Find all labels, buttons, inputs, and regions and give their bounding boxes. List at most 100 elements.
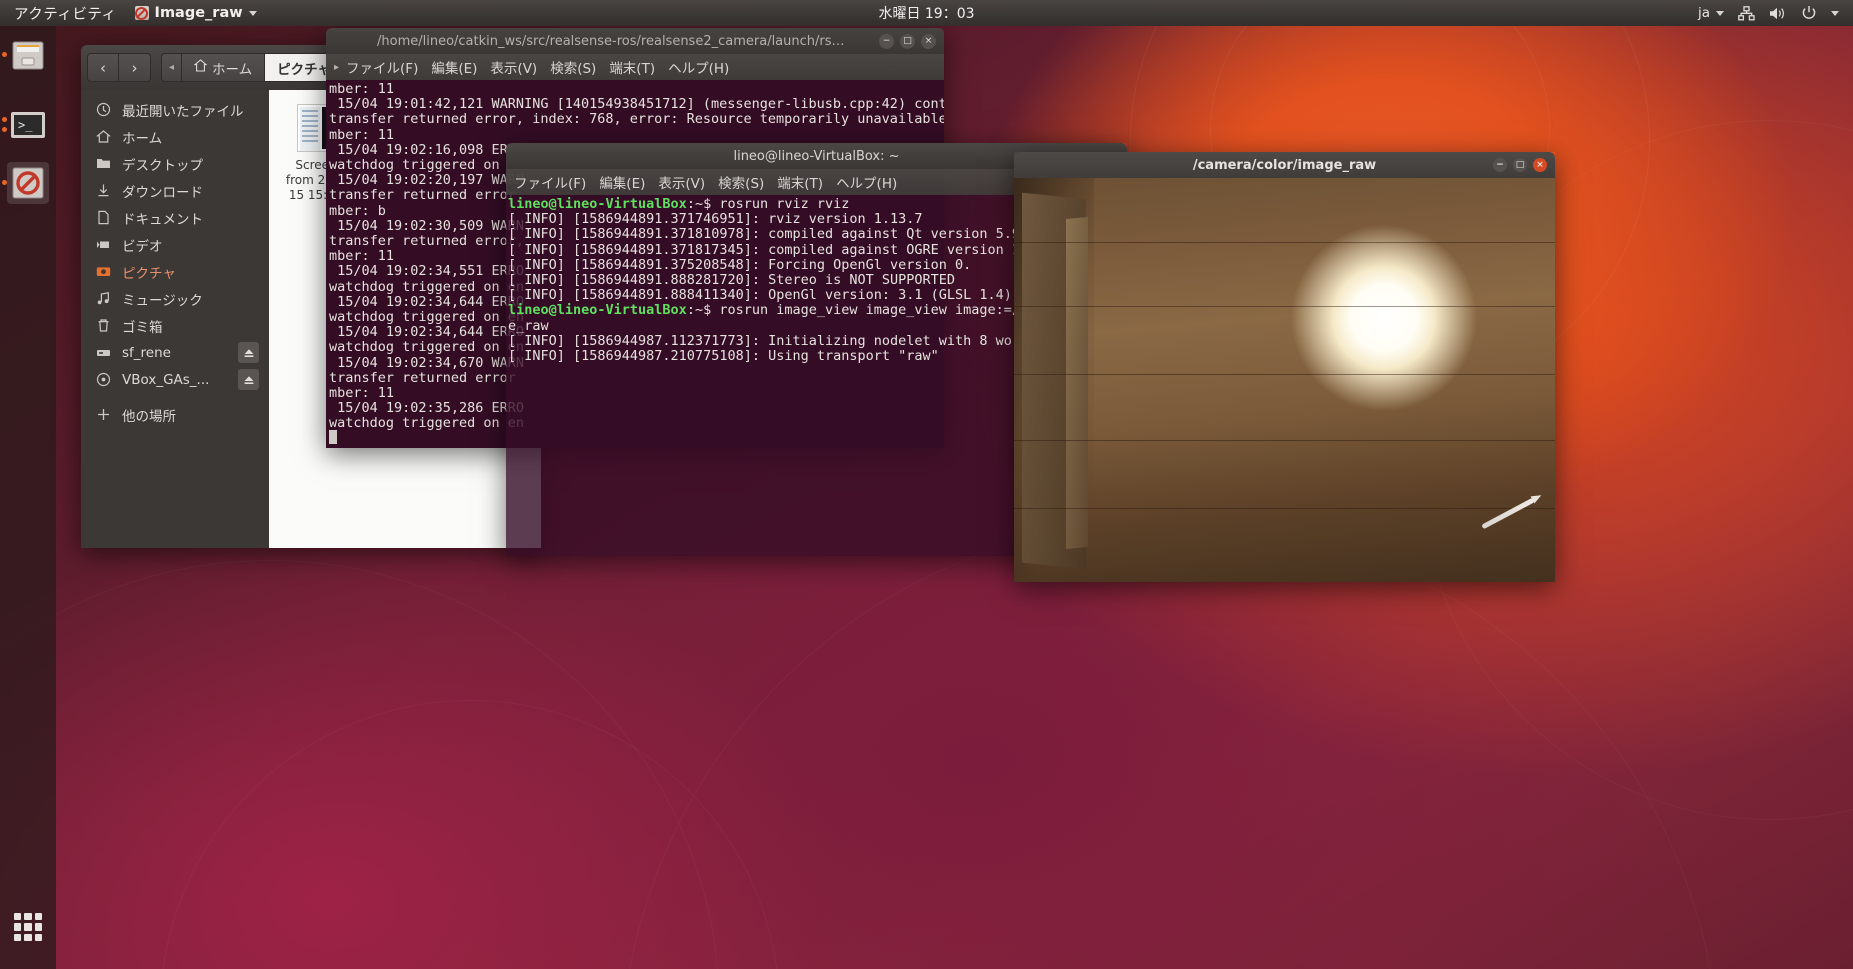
- menu-search[interactable]: 検索(S): [718, 172, 764, 192]
- plus-icon: [95, 407, 111, 423]
- dock-item-files[interactable]: [2, 34, 49, 76]
- menu-terminal[interactable]: 端末(T): [777, 172, 823, 192]
- terminal1-title: /home/lineo/catkin_ws/src/realsense-ros/…: [377, 33, 905, 49]
- terminal1-window-buttons: − □ ×: [879, 28, 936, 54]
- breadcrumb: ◂ ホーム ピクチャ: [161, 53, 345, 82]
- forward-button[interactable]: ›: [119, 53, 151, 82]
- image-window-buttons: − □ ×: [1493, 152, 1547, 178]
- minimize-button[interactable]: −: [1493, 158, 1507, 172]
- system-tray: ja: [1698, 5, 1853, 21]
- running-indicator: [2, 127, 7, 132]
- home-icon: [95, 129, 111, 145]
- sidebar-item-sf-rene[interactable]: sf_rene: [81, 339, 269, 366]
- launcher-dock: >_: [0, 26, 56, 969]
- menu-overflow-icon: ▸: [334, 61, 340, 73]
- menu-file[interactable]: ファイル(F): [514, 172, 586, 192]
- chevron-down-icon: [1716, 10, 1724, 16]
- eject-button[interactable]: [238, 369, 259, 390]
- app-menu[interactable]: Image_raw: [127, 5, 265, 21]
- drive-icon: [95, 345, 111, 361]
- camera-icon: [95, 264, 111, 280]
- sidebar-item-label: ピクチャ: [122, 265, 176, 282]
- sidebar-item-pictures[interactable]: ピクチャ: [81, 258, 269, 285]
- clock-icon: [95, 102, 111, 118]
- terminal1-titlebar[interactable]: /home/lineo/catkin_ws/src/realsense-ros/…: [326, 28, 944, 54]
- eject-button[interactable]: [238, 342, 259, 363]
- sidebar-item-label: ゴミ箱: [122, 319, 163, 336]
- menu-view[interactable]: 表示(V): [658, 172, 705, 192]
- breadcrumb-overflow[interactable]: ◂: [161, 53, 182, 82]
- shell-prompt: lineo@lineo-VirtualBox: [508, 302, 687, 319]
- sidebar-item-recent[interactable]: 最近開いたファイル: [81, 96, 269, 123]
- sidebar-item-music[interactable]: ミュージック: [81, 285, 269, 312]
- terminal1-menubar: ▸ ファイル(F) 編集(E) 表示(V) 検索(S) 端末(T) ヘルプ(H): [326, 54, 944, 80]
- terminal-line: mber: 11: [329, 81, 395, 97]
- sidebar-item-videos[interactable]: ビデオ: [81, 231, 269, 258]
- sidebar-item-label: 最近開いたファイル: [122, 103, 244, 120]
- top-panel: アクティビティ Image_raw 水曜日 19：03 ja: [0, 0, 1853, 26]
- terminal2-title: lineo@lineo-VirtualBox: ~: [733, 148, 900, 164]
- menu-file[interactable]: ファイル(F): [346, 57, 418, 77]
- sidebar-item-label: ドキュメント: [122, 211, 203, 228]
- menu-terminal[interactable]: 端末(T): [609, 57, 655, 77]
- chevron-down-icon: [248, 10, 257, 16]
- dock-item-image-raw-viewer[interactable]: [2, 162, 49, 204]
- folder-icon: [95, 156, 111, 172]
- sidebar-item-vbox-gas[interactable]: VBox_GAs_...: [81, 366, 269, 393]
- home-icon: [193, 59, 208, 76]
- document-icon: [95, 210, 111, 226]
- power-icon[interactable]: [1801, 5, 1817, 21]
- menu-search[interactable]: 検索(S): [550, 57, 596, 77]
- image-window-titlebar[interactable]: /camera/color/image_raw − □ ×: [1014, 152, 1555, 178]
- activities-button[interactable]: アクティビティ: [0, 3, 127, 24]
- image-window-title: /camera/color/image_raw: [1192, 157, 1377, 173]
- show-applications-button[interactable]: [14, 913, 42, 941]
- sidebar-item-desktop[interactable]: デスクトップ: [81, 150, 269, 177]
- terminal-line: mber: 11: [329, 126, 395, 143]
- menu-help[interactable]: ヘルプ(H): [668, 57, 729, 77]
- shell-prompt: lineo@lineo-VirtualBox: [508, 196, 687, 212]
- maximize-button[interactable]: □: [1513, 158, 1527, 172]
- download-icon: [95, 183, 111, 199]
- sidebar-item-label: ミュージック: [122, 292, 203, 309]
- sidebar-item-trash[interactable]: ゴミ箱: [81, 312, 269, 339]
- language-indicator[interactable]: ja: [1698, 5, 1724, 21]
- sidebar-item-documents[interactable]: ドキュメント: [81, 204, 269, 231]
- sidebar-item-other-locations[interactable]: 他の場所: [81, 401, 269, 428]
- trash-icon: [95, 318, 111, 334]
- video-icon: [95, 237, 111, 253]
- back-button[interactable]: ‹: [87, 53, 119, 82]
- volume-icon[interactable]: [1769, 6, 1787, 21]
- image-view-window: /camera/color/image_raw − □ ×: [1014, 152, 1555, 582]
- menu-help[interactable]: ヘルプ(H): [836, 172, 897, 192]
- pen-object: [1481, 497, 1535, 530]
- sidebar-item-downloads[interactable]: ダウンロード: [81, 177, 269, 204]
- sidebar-item-label: 他の場所: [122, 408, 176, 425]
- maximize-button[interactable]: □: [900, 33, 915, 49]
- menu-edit[interactable]: 編集(E): [599, 172, 645, 192]
- close-button[interactable]: ×: [921, 33, 936, 49]
- sidebar-item-home[interactable]: ホーム: [81, 123, 269, 150]
- minimize-button[interactable]: −: [879, 33, 894, 49]
- chevron-down-icon[interactable]: [1831, 10, 1839, 16]
- terminal-line: transfer returned error, index: 768, err…: [329, 111, 944, 128]
- sidebar-item-label: ダウンロード: [122, 184, 203, 201]
- clock[interactable]: 水曜日 19：03: [0, 3, 1853, 23]
- running-indicator: [2, 180, 7, 185]
- disc-icon: [95, 372, 111, 388]
- close-button[interactable]: ×: [1533, 158, 1547, 172]
- sidebar-item-label: デスクトップ: [122, 157, 203, 174]
- music-icon: [95, 291, 111, 307]
- language-label: ja: [1697, 5, 1710, 21]
- door-frame-inner: [1066, 217, 1088, 549]
- camera-image-canvas[interactable]: [1014, 178, 1555, 582]
- menu-edit[interactable]: 編集(E): [431, 57, 477, 77]
- network-icon[interactable]: [1738, 5, 1755, 21]
- menu-view[interactable]: 表示(V): [490, 57, 537, 77]
- dock-item-terminal[interactable]: >_: [2, 104, 49, 146]
- terminal1-cursor: [329, 430, 337, 444]
- no-entry-icon: [134, 6, 149, 20]
- running-indicator: [2, 52, 7, 57]
- shell-command: :~$ rosrun rviz rviz: [686, 196, 850, 212]
- breadcrumb-item-home[interactable]: ホーム: [181, 53, 265, 82]
